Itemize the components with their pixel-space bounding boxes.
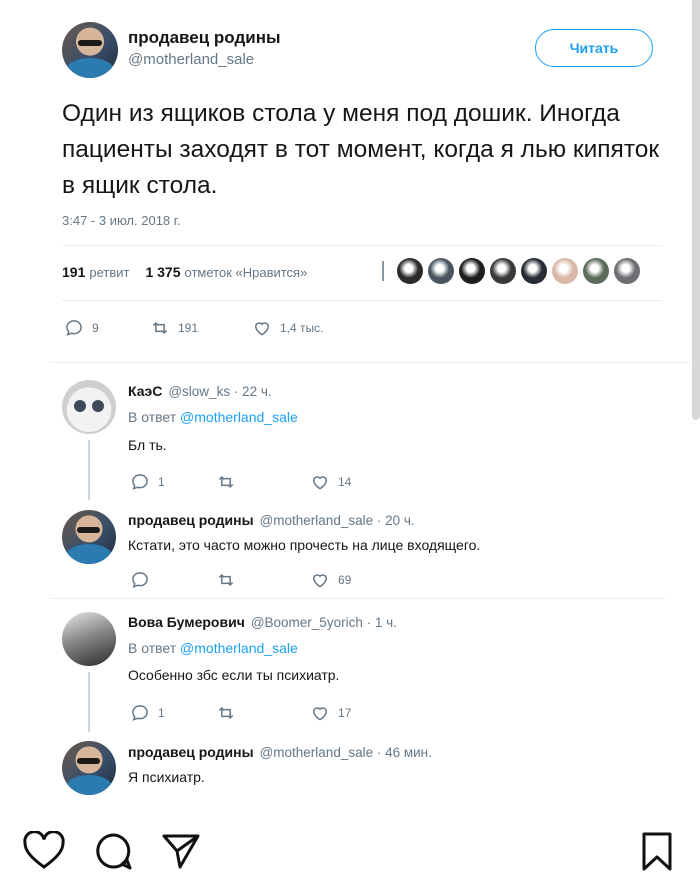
- heart-icon: [312, 476, 328, 490]
- reply-actions: 69: [130, 570, 351, 590]
- tweet-card: продавец родины @motherland_sale Читать …: [0, 0, 700, 815]
- reply-author-name[interactable]: Вова Бумерович: [128, 614, 245, 630]
- author-avatar[interactable]: [62, 22, 118, 78]
- comment-icon[interactable]: [94, 831, 134, 871]
- heart-icon: [254, 322, 270, 336]
- thread-line: [88, 440, 90, 500]
- reply-author[interactable]: КаэС @slow_ks · 22 ч.: [128, 383, 272, 399]
- likers-divider: [382, 261, 384, 281]
- like-count: 1,4 тыс.: [280, 321, 324, 335]
- like-action[interactable]: 1,4 тыс.: [252, 318, 323, 338]
- reply-action[interactable]: 1: [130, 703, 216, 723]
- heart-icon: [312, 707, 328, 721]
- retweet-action[interactable]: [216, 570, 310, 590]
- author-name[interactable]: продавец родины: [128, 28, 281, 48]
- reply-avatar[interactable]: [62, 741, 116, 795]
- like-count: 17: [338, 706, 352, 720]
- in-reply-to: В ответ @motherland_sale: [128, 640, 298, 656]
- reply-avatar[interactable]: [62, 612, 116, 666]
- tweet-timestamp[interactable]: 3:47 - 3 июл. 2018 г.: [62, 213, 181, 228]
- heart-icon[interactable]: [22, 831, 66, 871]
- reply-icon: [132, 572, 148, 588]
- in-reply-label: В ответ: [128, 409, 177, 425]
- likes-count[interactable]: 1 375: [145, 264, 180, 280]
- reply-text: Особенно збс если ты психиатр.: [128, 667, 340, 683]
- thread-line: [88, 672, 90, 732]
- retweets-count[interactable]: 191: [62, 264, 85, 280]
- scrollbar[interactable]: [692, 0, 700, 420]
- reply-meta[interactable]: @motherland_sale · 46 мин.: [260, 745, 432, 760]
- like-action[interactable]: 17: [310, 703, 351, 723]
- author-handle[interactable]: @motherland_sale: [128, 51, 254, 68]
- like-count: 14: [338, 475, 352, 489]
- like-count: 69: [338, 573, 352, 587]
- heart-icon: [312, 574, 328, 588]
- reply-actions: 1 14: [130, 472, 351, 492]
- likers-row: [382, 258, 640, 284]
- share-icon[interactable]: [160, 831, 202, 871]
- retweet-count: 191: [178, 321, 199, 335]
- in-reply-label: В ответ: [128, 640, 177, 656]
- retweet-action[interactable]: [216, 703, 310, 723]
- in-reply-handle[interactable]: @motherland_sale: [180, 640, 298, 656]
- tweet-stats: 191 ретвит 1 375 отметок «Нравится»: [62, 264, 307, 280]
- reply-author-name[interactable]: КаэС: [128, 383, 162, 399]
- reply-text: Бл ть.: [128, 437, 167, 453]
- reply-text: Я психиатр.: [128, 769, 205, 785]
- divider: [50, 362, 690, 363]
- reply-avatar[interactable]: [62, 380, 116, 434]
- liker-avatar[interactable]: [490, 258, 516, 284]
- retweet-action[interactable]: 191: [150, 318, 252, 338]
- divider: [50, 598, 665, 599]
- divider: [62, 300, 662, 301]
- reply-author[interactable]: Вова Бумерович @Boomer_5yorich · 1 ч.: [128, 614, 397, 630]
- liker-avatar[interactable]: [552, 258, 578, 284]
- reply-icon: [132, 474, 148, 490]
- reply-avatar[interactable]: [62, 510, 116, 564]
- divider: [62, 245, 662, 246]
- reply-meta[interactable]: @motherland_sale · 20 ч.: [260, 513, 415, 528]
- liker-avatar[interactable]: [397, 258, 423, 284]
- reply-count: 1: [158, 475, 165, 489]
- bookmark-icon[interactable]: [640, 831, 674, 873]
- retweet-icon: [218, 475, 234, 489]
- liker-avatar[interactable]: [459, 258, 485, 284]
- reply-action[interactable]: 9: [64, 318, 150, 338]
- like-action[interactable]: 69: [310, 570, 351, 590]
- retweet-icon: [152, 321, 168, 335]
- like-action[interactable]: 14: [310, 472, 351, 492]
- reply-icon: [132, 705, 148, 721]
- in-reply-handle[interactable]: @motherland_sale: [180, 409, 298, 425]
- tweet-text: Один из ящиков стола у меня под дошик. И…: [62, 100, 660, 199]
- retweet-action[interactable]: [216, 472, 310, 492]
- follow-button[interactable]: Читать: [535, 29, 653, 67]
- reply-action[interactable]: 1: [130, 472, 216, 492]
- reply-meta[interactable]: @Boomer_5yorich · 1 ч.: [251, 615, 397, 630]
- liker-avatar[interactable]: [583, 258, 609, 284]
- retweet-icon: [218, 573, 234, 587]
- reply-text: Кстати, это часто можно прочесть на лице…: [128, 537, 481, 553]
- reply-meta[interactable]: @slow_ks · 22 ч.: [168, 384, 271, 399]
- liker-avatar[interactable]: [428, 258, 454, 284]
- reply-count: 9: [92, 321, 99, 335]
- reply-icon: [66, 320, 82, 336]
- reply-author[interactable]: продавец родины @motherland_sale · 46 мин…: [128, 744, 432, 760]
- retweet-icon: [218, 706, 234, 720]
- reply-author[interactable]: продавец родины @motherland_sale · 20 ч.: [128, 512, 415, 528]
- retweets-label[interactable]: ретвит: [89, 265, 129, 280]
- tweet-actions: 9 191 1,4 тыс.: [64, 318, 323, 338]
- liker-avatar[interactable]: [614, 258, 640, 284]
- likes-label[interactable]: отметок «Нравится»: [185, 265, 308, 280]
- reply-action[interactable]: [130, 570, 216, 590]
- reply-actions: 1 17: [130, 703, 351, 723]
- in-reply-to: В ответ @motherland_sale: [128, 409, 298, 425]
- reply-author-name[interactable]: продавец родины: [128, 512, 254, 528]
- reply-author-name[interactable]: продавец родины: [128, 744, 254, 760]
- liker-avatar[interactable]: [521, 258, 547, 284]
- reply-count: 1: [158, 706, 165, 720]
